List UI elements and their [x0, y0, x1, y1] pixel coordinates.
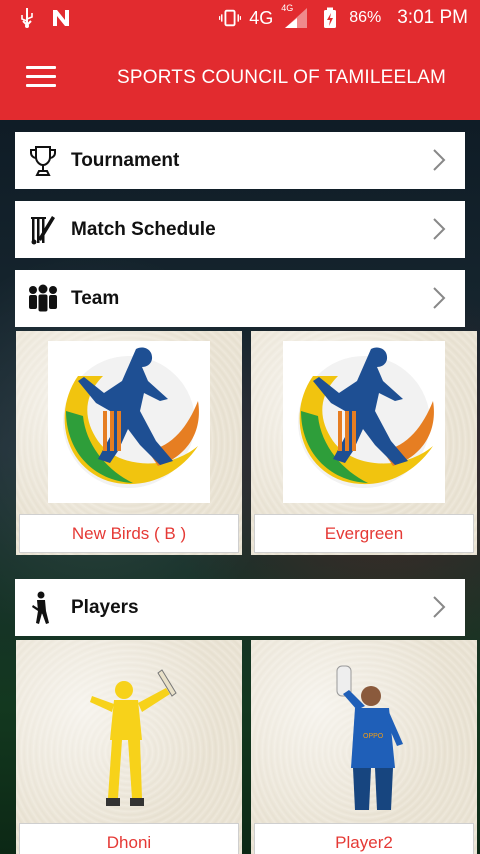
trophy-icon	[15, 132, 71, 189]
team-card[interactable]: Evergreen	[251, 331, 477, 555]
batsman-icon	[15, 579, 71, 636]
tournament-label: Tournament	[71, 149, 180, 171]
match-schedule-label: Match Schedule	[71, 218, 216, 240]
team-row[interactable]: Team	[15, 270, 465, 327]
svg-text:OPPO: OPPO	[363, 733, 384, 740]
match-schedule-row[interactable]: Match Schedule	[15, 201, 465, 258]
hamburger-line	[26, 66, 56, 69]
team-label: Team	[71, 287, 120, 309]
player-photo	[56, 648, 202, 816]
vibrate-icon	[219, 7, 242, 29]
team-group-icon	[15, 270, 71, 327]
usb-icon	[16, 7, 38, 29]
team-logo	[48, 341, 210, 503]
clock-time: 3:01 PM	[397, 7, 468, 28]
team-logo	[283, 341, 445, 503]
player-photo: OPPO	[291, 648, 437, 816]
hamburger-line	[26, 75, 56, 78]
tournament-row[interactable]: Tournament	[15, 132, 465, 189]
network-type-small: 4G	[281, 3, 294, 13]
chevron-right-icon	[431, 148, 447, 172]
signal-icon: 4G	[281, 3, 311, 29]
app-bar: SPORTS COUNCIL OF TAMILEELAM	[0, 38, 480, 120]
players-row[interactable]: Players	[15, 579, 465, 636]
chevron-right-icon	[431, 595, 447, 619]
battery-level: 86%	[349, 9, 382, 26]
battery-charging-icon	[319, 7, 341, 29]
status-bar: 4G 4G 86% 3:01 PM	[0, 0, 480, 38]
app-title: SPORTS COUNCIL OF TAMILEELAM	[117, 67, 447, 88]
team-name: Evergreen	[254, 514, 474, 553]
player-card[interactable]: OPPO Player2	[251, 640, 477, 854]
team-card[interactable]: New Birds ( B )	[16, 331, 242, 555]
hamburger-menu-button[interactable]	[26, 66, 56, 90]
cricket-bat-stumps-icon	[15, 201, 71, 258]
player-card[interactable]: Dhoni	[16, 640, 242, 854]
hamburger-line	[26, 84, 56, 87]
team-name: New Birds ( B )	[19, 514, 239, 553]
player-name: Player2	[254, 823, 474, 854]
network-type: 4G	[249, 7, 274, 28]
chevron-right-icon	[431, 217, 447, 241]
player-name: Dhoni	[19, 823, 239, 854]
nfc-icon	[50, 7, 72, 29]
chevron-right-icon	[431, 286, 447, 310]
players-label: Players	[71, 596, 139, 618]
